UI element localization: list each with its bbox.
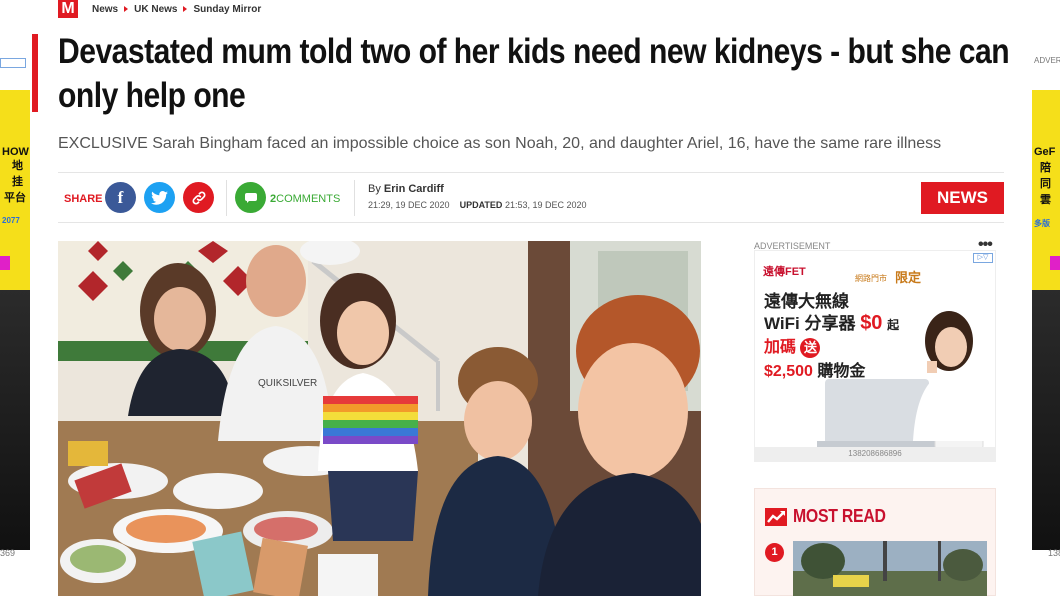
comments-link[interactable]: 2COMMENTS bbox=[270, 193, 340, 205]
updated-label: UPDATED bbox=[459, 200, 503, 210]
breadcrumb-sunday-mirror[interactable]: Sunday Mirror bbox=[193, 4, 261, 15]
standfirst: EXCLUSIVE Sarah Bingham faced an impossi… bbox=[58, 135, 942, 152]
byline-prefix: By bbox=[368, 183, 381, 195]
ad-model-image bbox=[817, 311, 991, 450]
most-read-image bbox=[793, 541, 987, 596]
left-rail-ad[interactable]: HOW 地 挂 平台 2077 369 bbox=[0, 0, 30, 596]
most-read-rank: 1 bbox=[765, 543, 784, 562]
left-rail-text-1: HOW bbox=[2, 146, 29, 158]
byline-divider bbox=[354, 180, 355, 216]
right-rail-number: 138 bbox=[1048, 548, 1060, 558]
mirror-logo[interactable]: M bbox=[58, 0, 78, 18]
chevron-right-icon bbox=[124, 6, 129, 12]
copy-link-button[interactable] bbox=[183, 182, 214, 213]
comments-label: COMMENTS bbox=[276, 193, 341, 205]
twitter-icon bbox=[151, 191, 168, 205]
ad-footer-id: 138208686896 bbox=[755, 447, 995, 461]
left-rail-text-3: 挂 bbox=[12, 176, 23, 188]
page-title: Devastated mum told two of her kids need… bbox=[58, 32, 1010, 115]
headline-accent-bar bbox=[32, 34, 38, 112]
article-dates: 21:29, 19 DEC 2020 UPDATED 21:53, 19 DEC… bbox=[368, 200, 587, 210]
byline: By Erin Cardiff bbox=[368, 183, 444, 195]
published-time: 21:29, 19 DEC 2020 bbox=[368, 200, 450, 210]
breadcrumb-uk-news[interactable]: UK News bbox=[134, 4, 177, 15]
ad-brand: 遠傳FET bbox=[763, 266, 806, 278]
left-rail-ad-label bbox=[0, 58, 30, 76]
author-link[interactable]: Erin Cardiff bbox=[384, 183, 444, 195]
adchoices-icon[interactable]: ▷▽ bbox=[973, 253, 993, 263]
ad-tag: 限定 bbox=[895, 270, 922, 285]
most-read-panel: MOST READ 1 bbox=[754, 488, 996, 596]
ad-line-3: 加碼 送 bbox=[764, 333, 821, 358]
left-rail-blue-text: 2077 bbox=[2, 216, 20, 225]
page: HOW 地 挂 平台 2077 369 ADVER GeF 陪 同 雲 多版 1… bbox=[0, 0, 1060, 596]
section-badge[interactable]: NEWS bbox=[921, 182, 1004, 214]
family-photo: QUIKSILVER bbox=[58, 241, 701, 596]
article-content: M News UK News Sunday Mirror Devastated … bbox=[32, 0, 1028, 596]
right-rail-dark-art bbox=[1032, 290, 1060, 550]
most-read-thumbnail[interactable] bbox=[793, 541, 987, 596]
twitter-share-button[interactable] bbox=[144, 182, 175, 213]
share-bar: SHARE f 2COMMENTS By Erin Cardiff 21:29,… bbox=[58, 172, 1004, 223]
right-rail-pink-mark bbox=[1050, 256, 1060, 270]
facebook-share-button[interactable]: f bbox=[105, 182, 136, 213]
facebook-icon: f bbox=[117, 188, 124, 207]
most-read-title: MOST READ bbox=[793, 506, 886, 526]
sidebar-advertisement[interactable]: ▷▽ 遠傳FET 網路門市 限定 遠傳大無線 WiFi 分享器 $0 起 加碼 … bbox=[754, 250, 996, 462]
breadcrumb-news[interactable]: News bbox=[92, 4, 118, 15]
chevron-right-icon bbox=[183, 6, 188, 12]
ad-tag-small: 網路門市 bbox=[855, 274, 887, 283]
svg-text:QUIKSILVER: QUIKSILVER bbox=[258, 378, 317, 389]
article-hero-image[interactable]: QUIKSILVER bbox=[58, 241, 701, 596]
right-rail-text-3: 同 bbox=[1040, 178, 1051, 190]
breadcrumb: M News UK News Sunday Mirror bbox=[58, 0, 261, 18]
right-rail-text-1: GeF bbox=[1034, 146, 1056, 158]
share-label: SHARE bbox=[64, 193, 103, 205]
link-icon bbox=[192, 191, 205, 205]
share-divider bbox=[226, 180, 227, 216]
comments-button[interactable] bbox=[235, 182, 266, 213]
ad-line-4-a: $2,500 bbox=[764, 363, 813, 380]
comment-icon bbox=[244, 193, 257, 203]
right-rail-ad-label: ADVER bbox=[1034, 56, 1060, 65]
updated-time: 21:53, 19 DEC 2020 bbox=[504, 200, 587, 210]
left-rail-dark-art bbox=[0, 290, 30, 550]
left-rail-text-4: 平台 bbox=[4, 192, 26, 204]
right-rail-blue-text: 多版 bbox=[1034, 219, 1050, 228]
left-rail-number: 369 bbox=[0, 548, 16, 558]
right-rail-text-2: 陪 bbox=[1040, 162, 1051, 174]
left-rail-text-2: 地 bbox=[12, 160, 23, 172]
ad-line-3-a: 加碼 bbox=[764, 339, 797, 356]
left-rail-pink-mark bbox=[0, 256, 10, 270]
trending-icon bbox=[765, 508, 787, 526]
right-rail-text-4: 雲 bbox=[1040, 194, 1051, 206]
right-rail-ad[interactable]: ADVER GeF 陪 同 雲 多版 138 bbox=[1032, 0, 1060, 596]
